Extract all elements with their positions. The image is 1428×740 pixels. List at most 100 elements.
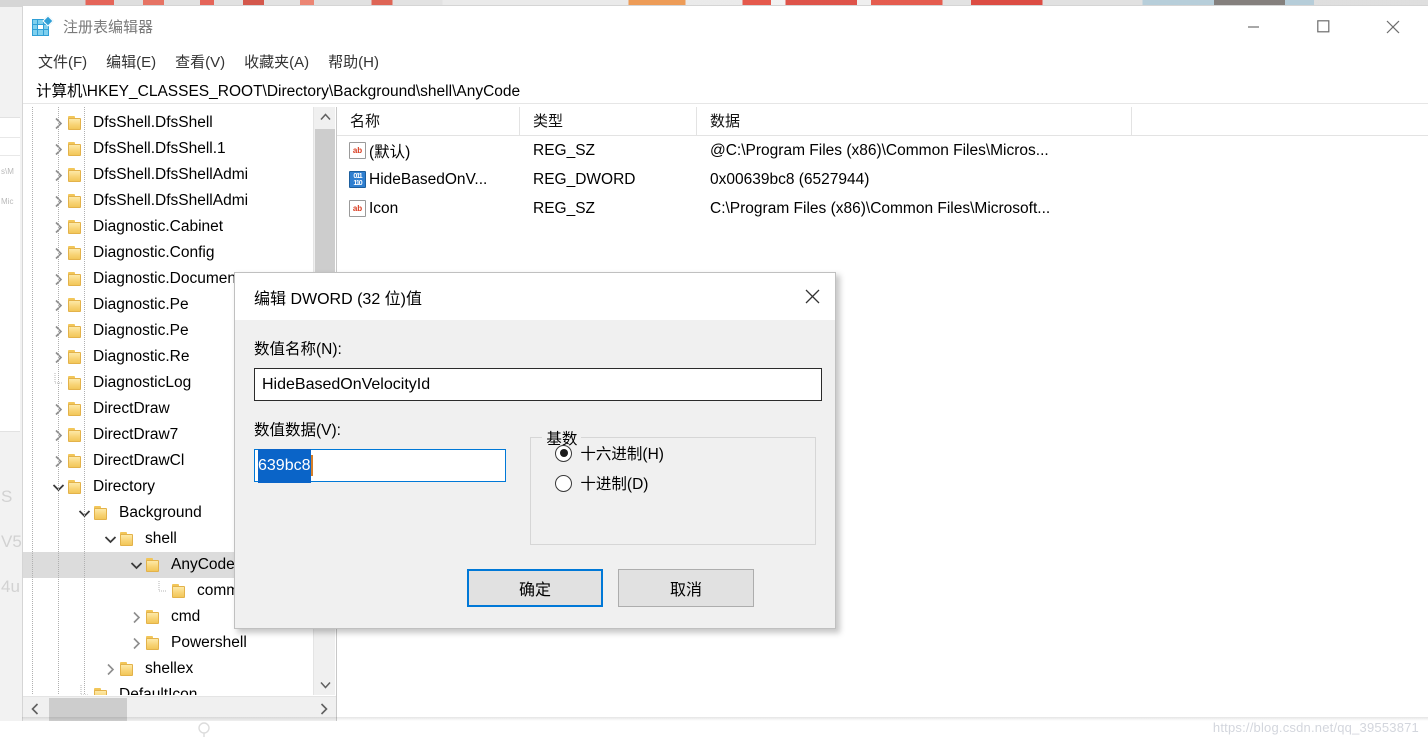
window-controls	[1218, 6, 1428, 47]
scroll-up-button[interactable]	[314, 107, 336, 127]
registry-icon	[31, 14, 54, 38]
close-icon	[805, 289, 819, 304]
tree-item-label: Directory	[93, 478, 156, 495]
menu-help[interactable]: 帮助(H)	[326, 48, 388, 76]
folder-icon	[119, 531, 138, 547]
value-type-cell: REG_SZ	[533, 199, 596, 217]
tree-item[interactable]: DfsShell.DfsShellAdmi	[23, 188, 313, 214]
radio-decimal-label: 十进制(D)	[580, 476, 649, 493]
tree-guide-line	[32, 107, 33, 695]
bg-snippet-4: V5	[1, 532, 22, 551]
maximize-button[interactable]	[1288, 6, 1358, 47]
tree-item[interactable]: shellex	[23, 656, 313, 682]
close-button[interactable]	[1358, 6, 1428, 47]
bg-snippet-3: S	[1, 487, 13, 506]
dialog-title: 编辑 DWORD (32 位)值	[254, 290, 423, 308]
radio-hexadecimal-indicator[interactable]	[555, 444, 573, 462]
tree-item-label: shell	[145, 530, 177, 547]
value-name-label: 数值名称(N):	[254, 341, 342, 358]
registry-value-row[interactable]: ab Icon REG_SZ C:\Program Files (x86)\Commo…	[337, 194, 1428, 223]
dialog-close-button[interactable]	[789, 273, 835, 320]
value-data-selected-text: 639bc8	[258, 448, 311, 483]
bg-snippet-2: Mic	[1, 197, 14, 206]
menu-view[interactable]: 查看(V)	[173, 48, 234, 76]
column-header-type[interactable]: 类型	[520, 107, 697, 136]
address-bar[interactable]: 计算机\HKEY_CLASSES_ROOT\Directory\Backgrou…	[23, 77, 1428, 104]
chevron-right-icon[interactable]	[127, 604, 145, 630]
dialog-body: 数值名称(N): HideBasedOnVelocityId 数值数据(V): …	[235, 320, 835, 545]
desktop-background-left: s\M Mic S V5 4u	[0, 7, 22, 740]
value-name-cell: 011 110 HideBasedOnV...	[337, 171, 520, 189]
value-data-column: 数值数据(V): 639bc8	[254, 418, 514, 545]
column-header-data[interactable]: 数据	[697, 107, 1132, 136]
taskbar-icon	[198, 722, 210, 737]
value-data-cell: @C:\Program Files (x86)\Common Files\Mic…	[710, 141, 1049, 159]
registry-value-row[interactable]: 011 110 HideBasedOnV... REG_DWORD 0x00639bc8…	[337, 165, 1428, 194]
maximize-icon	[1316, 20, 1329, 33]
tree-item[interactable]: Powershell	[23, 630, 313, 656]
radio-decimal[interactable]: 十进制(D)	[555, 468, 815, 498]
ok-button[interactable]: 确定	[467, 569, 603, 607]
tree-item[interactable]: DfsShell.DfsShell.1	[23, 136, 313, 162]
chevron-right-icon[interactable]	[127, 630, 145, 656]
taskbar-app-icon[interactable]	[193, 721, 215, 738]
folder-icon	[171, 583, 190, 599]
tree-item-label: shellex	[145, 660, 194, 677]
dialog-row-data-radix: 数值数据(V): 639bc8 基数 十六进制(H) 十进制(D)	[254, 418, 816, 545]
column-header-name[interactable]: 名称	[337, 107, 520, 136]
tree-item-label: Diagnostic.Cabinet	[93, 218, 224, 235]
cancel-button[interactable]: 取消	[618, 569, 754, 607]
tree-item[interactable]: DfsShell.DfsShellAdmi	[23, 162, 313, 188]
tree-item[interactable]: Diagnostic.Cabinet	[23, 214, 313, 240]
tree-item-label: DfsShell.DfsShell.1	[93, 140, 226, 157]
edit-dword-dialog: 编辑 DWORD (32 位)值 数值名称(N): HideBasedOnVel…	[234, 272, 836, 629]
tree-item[interactable]: Diagnostic.Config	[23, 240, 313, 266]
string-value-icon: ab	[349, 200, 366, 217]
column-header-filler	[1132, 107, 1428, 136]
dword-value-icon: 011 110	[349, 171, 366, 188]
text-caret	[310, 455, 313, 476]
folder-icon	[93, 687, 112, 695]
radio-hexadecimal-label: 十六进制(H)	[580, 446, 664, 463]
tree-item-label: cmd	[171, 608, 201, 625]
value-type-cell: REG_DWORD	[533, 170, 636, 188]
tree-item-label: DiagnosticLog	[93, 374, 192, 391]
menu-favorites[interactable]: 收藏夹(A)	[242, 48, 318, 76]
tree-item[interactable]: DefaultIcon	[23, 682, 313, 695]
bg-snippet-1: s\M	[1, 167, 14, 176]
folder-icon	[145, 609, 164, 625]
tree-item-label: DefaultIcon	[119, 686, 198, 695]
dialog-title-bar: 编辑 DWORD (32 位)值	[235, 273, 835, 320]
value-data-input[interactable]: 639bc8	[254, 448, 506, 483]
tree-item-label: Background	[119, 504, 202, 521]
menu-edit[interactable]: 编辑(E)	[104, 48, 165, 76]
value-data-cell: 0x00639bc8 (6527944)	[710, 170, 870, 188]
folder-icon	[93, 505, 112, 521]
menu-file[interactable]: 文件(F)	[36, 48, 96, 76]
value-name-text: Icon	[369, 199, 399, 217]
radio-hexadecimal[interactable]: 十六进制(H)	[555, 438, 815, 468]
tree-item[interactable]: DfsShell.DfsShell	[23, 110, 313, 136]
folder-icon	[119, 661, 138, 677]
value-name-text: (默认)	[369, 143, 411, 161]
value-name-text: HideBasedOnV...	[369, 170, 488, 188]
chevron-down-icon[interactable]	[101, 526, 119, 552]
value-name-input[interactable]: HideBasedOnVelocityId	[254, 368, 822, 401]
string-value-icon: ab	[349, 142, 366, 159]
registry-value-row[interactable]: ab (默认) REG_SZ @C:\Program Files (x86)\Comm…	[337, 136, 1428, 165]
chevron-down-icon[interactable]	[127, 552, 145, 578]
tree-item-label: Diagnostic.Pe	[93, 296, 189, 313]
radix-group: 基数 十六进制(H) 十进制(D)	[530, 427, 816, 545]
radio-decimal-indicator[interactable]	[555, 474, 573, 492]
chevron-right-icon[interactable]	[101, 656, 119, 682]
tree-guide-line	[84, 107, 85, 695]
scroll-down-button[interactable]	[314, 675, 336, 695]
minimize-icon	[1247, 26, 1259, 28]
window-title: 注册表编辑器	[63, 19, 154, 36]
value-name-cell: ab Icon	[337, 200, 520, 218]
folder-icon	[145, 557, 164, 573]
tree-item-label: DfsShell.DfsShellAdmi	[93, 192, 249, 209]
tree-guide-stub	[153, 578, 171, 604]
minimize-button[interactable]	[1218, 6, 1288, 47]
folder-icon	[145, 635, 164, 651]
